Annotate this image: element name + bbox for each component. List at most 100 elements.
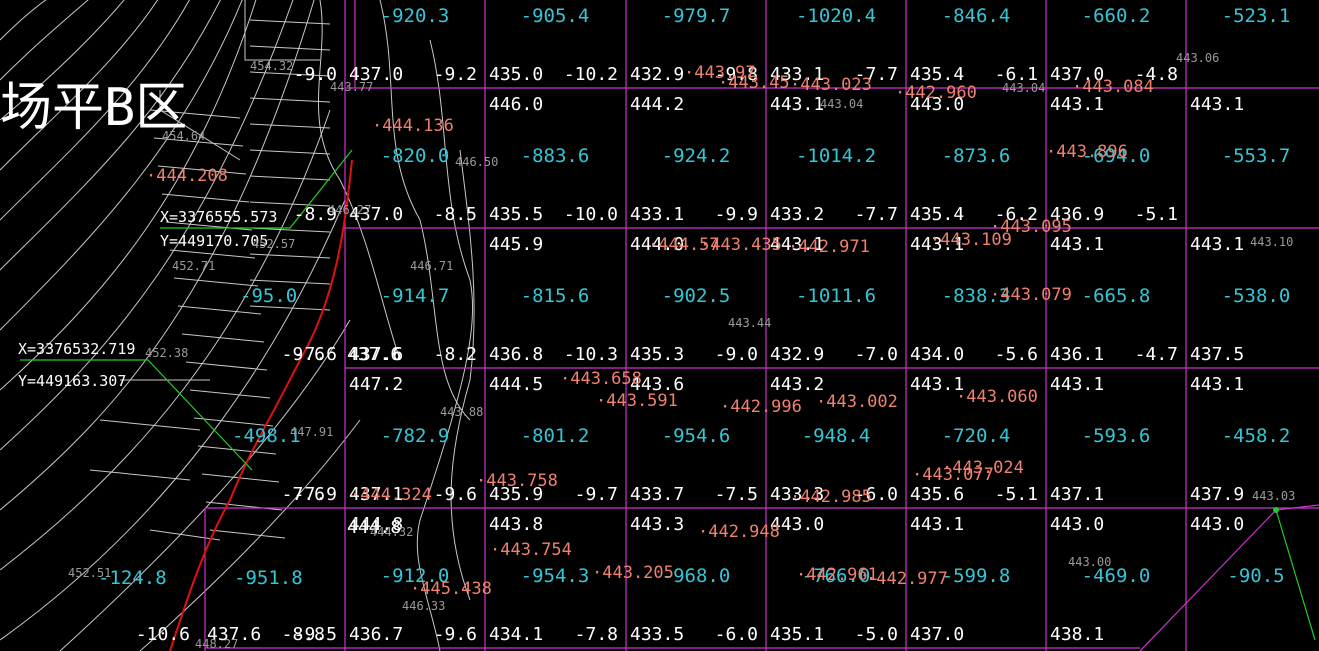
cell-existing-elevation-label: 444.2 (630, 94, 684, 115)
cell-cut-label: -9.6 (434, 624, 477, 645)
survey-point-label: ·442.985 (790, 487, 872, 507)
cell-existing-elevation-label: 443.0 (1050, 514, 1104, 535)
cell-design-elevation-label: 436.8 (489, 344, 543, 365)
survey-point-label: ·444.208 (146, 166, 228, 186)
survey-point-label: ·443.205 (592, 563, 674, 583)
partial-volume-label: -951.8 (234, 567, 303, 589)
contour-line (0, 0, 257, 391)
partial-cut-label: -10.6 (136, 624, 190, 645)
cell-design-elevation-label: 435.4 (910, 204, 964, 225)
cell-design-elevation-label: 438.1 (1050, 624, 1104, 645)
cell-cut-label: -10.0 (564, 204, 618, 225)
coord-y-label: Y=449163.307 (18, 372, 126, 390)
contour-elevation-label: 452.38 (145, 346, 188, 360)
cell-cut-label: -9.7 (575, 484, 618, 505)
survey-point-label: ·443.754 (490, 540, 572, 560)
cell-cut-label: -8.5 (434, 204, 477, 225)
contour-line (99, 419, 201, 431)
cell-cut-label: -7.0 (855, 344, 898, 365)
cell-cut-label: -9.9 (715, 204, 758, 225)
cad-drawing-viewport[interactable]: 场平B区 X=3376555.573 Y=449170.705 X=3376532.7… (0, 0, 1319, 651)
cell-design-elevation-label: 435.6 (910, 484, 964, 505)
contour-elevation-label: 443.10 (1250, 235, 1293, 249)
cell-volume-label: -920.3 (381, 5, 450, 27)
survey-point-label: ·443.896 (1046, 142, 1128, 162)
cell-design-elevation-label: 432.9 (770, 344, 824, 365)
cell-cut-label: -4.7 (1135, 344, 1178, 365)
hatch-line (249, 253, 331, 259)
survey-point-label: ·443.591 (596, 391, 678, 411)
cell-volume-label: -948.4 (802, 425, 871, 447)
cell-cut-label: -5.1 (995, 484, 1038, 505)
survey-point-label: ·442.948 (698, 522, 780, 542)
cell-volume-label: -924.2 (662, 145, 731, 167)
cell-volume-label: -815.6 (521, 285, 590, 307)
survey-point-label: ·444.324 (350, 485, 432, 505)
cell-existing-elevation-label: 446.0 (489, 94, 543, 115)
partial-cut-label: -9.6 (282, 344, 325, 365)
contour-elevation-label: 454.64 (162, 129, 205, 143)
hatch-line (249, 149, 331, 155)
cell-volume-label: -660.2 (1082, 5, 1151, 27)
survey-point-label: ·442.971 (788, 237, 870, 257)
cell-design-elevation-label: 433.7 (630, 484, 684, 505)
hatch-line (249, 123, 331, 129)
hatch-line (189, 389, 271, 399)
cell-existing-elevation-label: 443.1 (770, 94, 824, 115)
survey-point-label: ·443.095 (990, 217, 1072, 237)
drawing-title-text: 场平B区 (0, 78, 187, 138)
contour-elevation-label: 446.27 (328, 203, 371, 217)
cell-existing-elevation-label: 443.1 (1190, 374, 1244, 395)
partial-design-label: 437.6 (347, 344, 401, 365)
cell-cut-label: -5.6 (995, 344, 1038, 365)
cell-volume-label: -954.6 (662, 425, 731, 447)
contour-elevation-label: 446.50 (455, 155, 498, 169)
cell-volume-label: -902.5 (662, 285, 731, 307)
boundary-vertex-point (1273, 507, 1279, 513)
survey-point-label: ·444.136 (372, 116, 454, 136)
survey-point-label: ·443.658 (560, 369, 642, 389)
survey-point-label: ·443.023 (790, 75, 872, 95)
cell-cut-label: -6.0 (715, 624, 758, 645)
cell-existing-elevation-label: 443.0 (1190, 514, 1244, 535)
contour-line (0, 0, 47, 41)
cell-volume-label: -553.7 (1222, 145, 1291, 167)
survey-point-label: ·443.002 (816, 392, 898, 412)
hatch-line (197, 445, 277, 455)
contour-elevation-label: 454.32 (250, 59, 293, 73)
cell-design-elevation-label: 433.2 (770, 204, 824, 225)
cell-cut-label: -9.2 (434, 64, 477, 85)
cell-volume-label: -458.2 (1222, 425, 1291, 447)
cad-canvas[interactable]: 场平B区X=3376555.573Y=449170.705X=3376532.7… (0, 0, 1319, 651)
contour-elevation-label: 444.32 (370, 525, 413, 539)
hatch-line (249, 19, 331, 25)
cell-volume-label: -523.1 (1222, 5, 1291, 27)
contour-elevation-label: 443.44 (728, 316, 771, 330)
cell-design-elevation-label: 435.5 (489, 204, 543, 225)
cell-design-elevation-label: 437.9 (1190, 484, 1244, 505)
cell-design-elevation-label: 434.1 (489, 624, 543, 645)
cell-volume-label: -1014.2 (796, 145, 876, 167)
hatch-line (249, 175, 331, 181)
contour-elevation-label: 443.03 (1252, 489, 1295, 503)
contour-elevation-label: 443.04 (1002, 81, 1045, 95)
hatch-line (169, 249, 256, 259)
hatch-line (205, 501, 283, 511)
cell-volume-label: -1011.6 (796, 285, 876, 307)
survey-point-label: ·443.084 (1072, 77, 1154, 97)
cell-cut-label: -5.1 (1135, 204, 1178, 225)
cell-design-elevation-label: 433.1 (630, 204, 684, 225)
contour-elevation-label: 443.00 (1068, 555, 1111, 569)
cell-volume-label: -720.4 (942, 425, 1011, 447)
cell-volume-label: -883.6 (521, 145, 590, 167)
contour-elevation-label: 452.57 (252, 237, 295, 251)
hatch-line (177, 305, 262, 315)
cell-volume-label: -954.3 (521, 565, 590, 587)
cell-cut-label: -7.7 (855, 204, 898, 225)
cell-volume-label: -665.8 (1082, 285, 1151, 307)
cell-cut-label: -7.5 (715, 484, 758, 505)
cell-volume-label: -801.2 (521, 425, 590, 447)
survey-point-label: ·442.996 (720, 397, 802, 417)
survey-point-label: ·443.45 (718, 73, 790, 93)
contour-line (0, 0, 243, 331)
